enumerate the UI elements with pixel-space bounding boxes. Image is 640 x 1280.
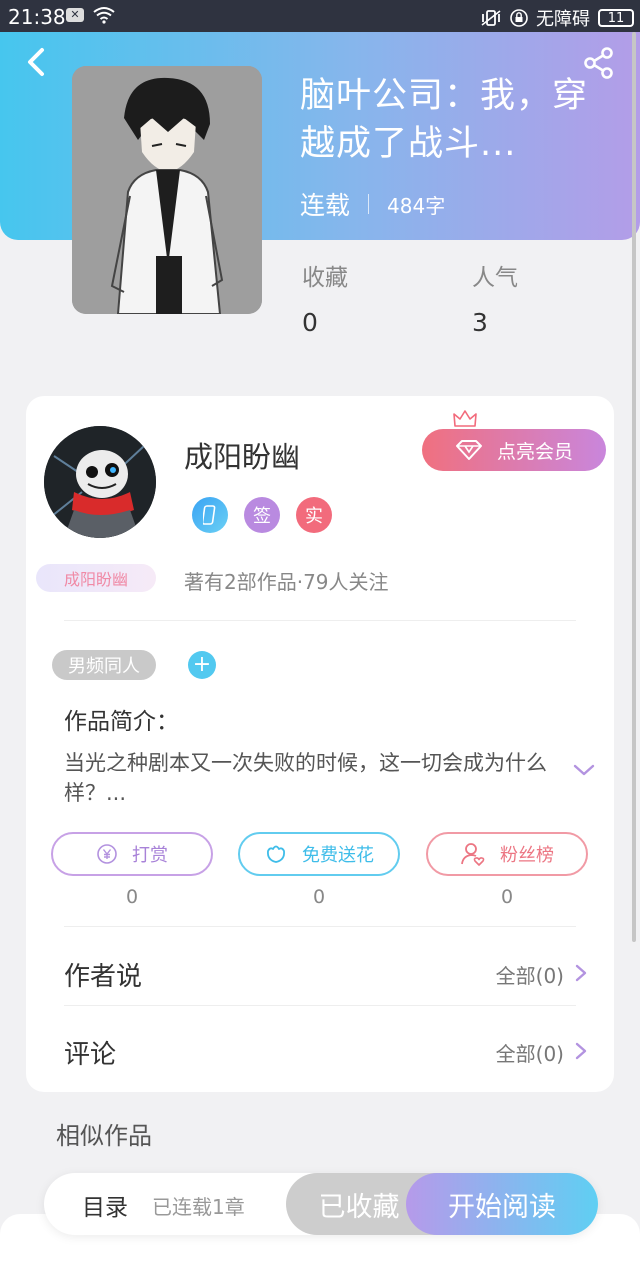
fans-label: 粉丝榜 <box>500 845 554 866</box>
divider <box>64 1005 576 1006</box>
comments-row[interactable]: 评论 全部(0) <box>26 1014 614 1086</box>
word-count: 484字 <box>387 193 446 218</box>
author-avatar[interactable] <box>44 426 156 538</box>
free-flower-button[interactable]: 免费送花 <box>238 832 400 876</box>
cover-character-illustration <box>72 66 262 314</box>
intro-text: 当光之种剧本又一次失败的时候，这一切会成为什么样？... <box>64 751 547 805</box>
chevron-down-icon[interactable] <box>572 762 596 778</box>
book-title: 脑叶公司：我，穿越成了战斗... <box>300 76 589 164</box>
status-time: 21:38 <box>8 5 66 29</box>
book-meta: 连载 484字 <box>300 186 445 222</box>
flower-icon <box>267 845 285 863</box>
author-name[interactable]: 成阳盼幽 <box>184 434 300 476</box>
divider <box>64 926 576 927</box>
intro-label: 作品简介： <box>64 709 179 735</box>
vip-button-label: 点亮会员 <box>496 440 573 463</box>
back-arrow-icon[interactable] <box>22 44 52 80</box>
wifi-icon <box>93 7 115 24</box>
stat-popularity: 人气 3 <box>472 258 518 337</box>
fan-icon <box>461 843 485 866</box>
chevron-right-icon <box>575 1042 587 1060</box>
yen-icon <box>97 844 117 864</box>
author-summary: 著有2部作品·79人关注 <box>184 570 389 594</box>
stat-label: 人气 <box>472 265 518 291</box>
stat-favorites: 收藏 0 <box>302 258 348 337</box>
start-reading-button[interactable]: 开始阅读 <box>406 1173 598 1235</box>
serial-status: 连载 <box>300 191 351 220</box>
book-detail-card: 成阳盼幽 点亮会员 签 实 成阳盼幽 著有2部作品·79人关注 男频同人 + 作… <box>26 396 614 1092</box>
flower-count: 0 <box>312 886 326 908</box>
author-notes-count: 全部(0) <box>495 964 564 988</box>
divider <box>64 620 576 621</box>
bottom-action-bar: 目录 已连载1章 已收藏 开始阅读 <box>44 1173 598 1235</box>
reward-count: 0 <box>125 886 139 908</box>
verified-badge: 实 <box>296 497 332 533</box>
notification-icon: ✕ <box>66 8 84 22</box>
reward-label: 打赏 <box>132 845 168 866</box>
avatar-illustration <box>44 426 156 538</box>
name-tag-label: 成阳盼幽 <box>63 570 128 589</box>
add-tag-button[interactable]: + <box>188 651 216 679</box>
reward-button[interactable]: 打赏 <box>51 832 213 876</box>
author-badges: 签 实 <box>192 497 332 533</box>
stat-value: 0 <box>302 308 318 337</box>
diamond-icon <box>455 440 482 460</box>
book-cover[interactable] <box>72 66 262 314</box>
accessibility-text: 无障碍 <box>536 9 590 30</box>
vibrate-icon <box>481 10 501 26</box>
author-notes-label: 作者说 <box>64 962 143 992</box>
scrollbar[interactable] <box>632 32 636 942</box>
stat-label: 收藏 <box>302 265 348 291</box>
fans-count: 0 <box>500 886 514 908</box>
table-of-contents-button[interactable]: 目录 <box>82 1188 128 1222</box>
genre-tag[interactable]: 男频同人 <box>52 650 156 680</box>
author-name-tag: 成阳盼幽 <box>36 564 156 592</box>
status-bar: 21:38 ✕ 无障碍 11 <box>0 0 640 32</box>
lock-icon <box>510 9 528 27</box>
signed-badge: 签 <box>244 497 280 533</box>
chevron-right-icon <box>575 964 587 982</box>
collected-label: 已收藏 <box>318 1191 400 1223</box>
comments-count: 全部(0) <box>495 1042 564 1066</box>
chapter-count: 已连载1章 <box>152 1195 245 1219</box>
meta-divider <box>368 194 370 214</box>
battery-icon: 11 <box>598 9 634 27</box>
phone-badge-icon <box>192 497 228 533</box>
stat-value: 3 <box>472 308 488 337</box>
flower-label: 免费送花 <box>302 845 374 866</box>
crown-icon <box>453 410 477 427</box>
comments-label: 评论 <box>64 1040 117 1070</box>
fan-ranking-button[interactable]: 粉丝榜 <box>426 832 588 876</box>
similar-works-heading: 相似作品 <box>56 1122 152 1150</box>
vip-membership-button[interactable]: 点亮会员 <box>422 429 606 471</box>
author-notes-row[interactable]: 作者说 全部(0) <box>26 936 614 1008</box>
